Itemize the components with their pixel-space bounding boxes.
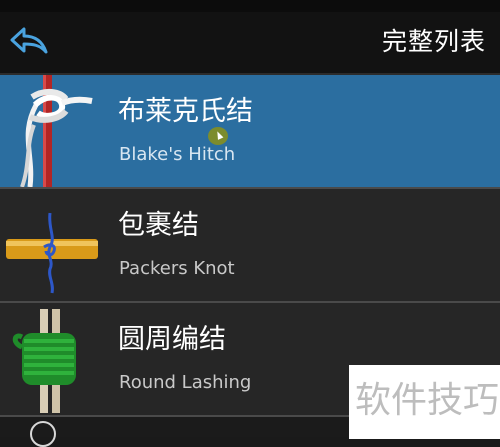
item-title: 圆周编结 — [118, 324, 226, 355]
pointer-cursor-icon — [208, 127, 228, 145]
item-title: 布莱克氏结 — [118, 96, 253, 127]
page-title: 完整列表 — [381, 27, 486, 56]
back-arrow-icon — [10, 27, 48, 54]
packers-knot-image — [6, 212, 98, 294]
item-subtitle: Packers Knot — [119, 258, 235, 279]
item-subtitle: Blake's Hitch — [119, 144, 236, 165]
item-title: 包裹结 — [118, 210, 199, 241]
knot-thumbnail-icon — [30, 421, 56, 447]
list-item-blakes-hitch[interactable]: 布莱克氏结 Blake's Hitch — [0, 75, 500, 189]
round-lashing-image — [12, 309, 76, 413]
action-bar: 完整列表 — [0, 12, 500, 75]
blakes-hitch-knot-image — [20, 75, 93, 187]
list-item-packers-knot[interactable]: 包裹结 Packers Knot — [0, 189, 500, 303]
watermark: 软件技巧 — [349, 365, 500, 439]
watermark-text: 软件技巧 — [355, 380, 500, 421]
back-button[interactable] — [6, 24, 50, 60]
status-bar — [0, 0, 500, 12]
item-subtitle: Round Lashing — [119, 372, 252, 393]
